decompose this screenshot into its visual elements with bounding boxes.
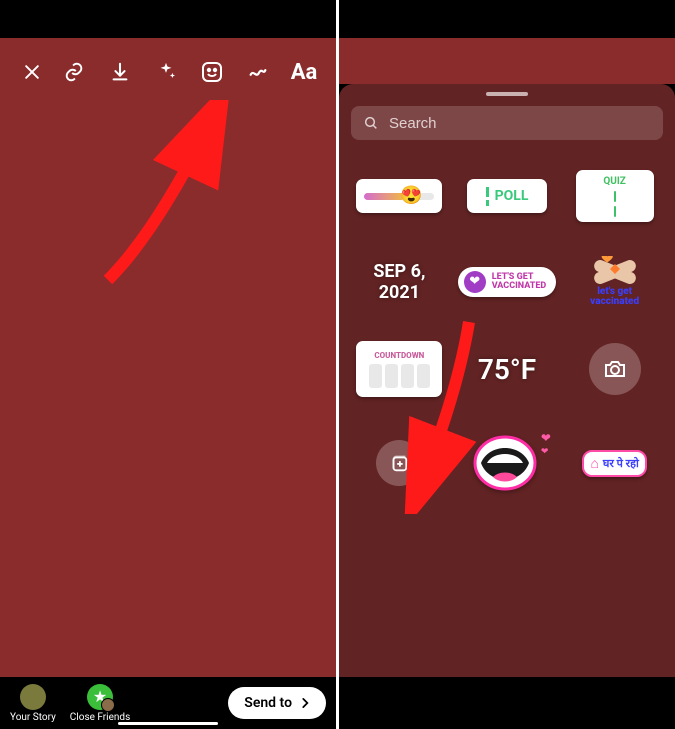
search-icon: [363, 115, 379, 131]
send-to-button[interactable]: Send to: [228, 687, 326, 719]
story-canvas[interactable]: Aa: [0, 38, 336, 677]
slider-emoji: 😍: [400, 185, 422, 206]
draw-icon[interactable]: [240, 54, 276, 90]
search-input[interactable]: [389, 115, 651, 132]
download-icon[interactable]: [102, 54, 138, 90]
nav-indicator: [118, 722, 218, 725]
story-canvas-peek: [339, 38, 675, 84]
sticker-icon[interactable]: [194, 54, 230, 90]
house-icon: ⌂: [590, 455, 598, 472]
close-friends-label: Close Friends: [70, 712, 130, 723]
your-story-target[interactable]: Your Story: [10, 684, 56, 723]
gallery-add-sticker[interactable]: [376, 440, 422, 486]
annotation-arrow: [88, 100, 238, 290]
slider-sticker[interactable]: 😍: [356, 179, 442, 213]
temperature-sticker[interactable]: 75°F: [478, 353, 536, 386]
sticker-sheet[interactable]: 😍 POLL QUIZ SEP 6, 2021 ❤ LET'S GET: [339, 84, 675, 729]
vaccinated-sticker[interactable]: ❤ LET'S GET VACCINATED: [458, 267, 557, 297]
close-friends-target[interactable]: ★ Close Friends: [70, 684, 130, 723]
poll-label: POLL: [495, 188, 529, 204]
hearts-icon: ❤❤: [541, 431, 551, 457]
sparkle-icon[interactable]: [148, 54, 184, 90]
stay-home-label: घर पे रहो: [603, 456, 639, 471]
quiz-sticker[interactable]: QUIZ: [576, 170, 654, 222]
editor-toolbar: Aa: [0, 48, 336, 96]
countdown-label: COUNTDOWN: [374, 351, 424, 360]
phone-story-editor: Aa Your Story ★ Close Friends Send to: [0, 0, 336, 729]
your-story-label: Your Story: [10, 712, 56, 723]
bandage-sticker[interactable]: let's get vaccinated: [590, 256, 639, 307]
text-icon[interactable]: Aa: [286, 54, 322, 90]
quiz-label: QUIZ: [603, 176, 625, 187]
vacc-line2: VACCINATED: [492, 282, 547, 291]
close-icon[interactable]: [14, 54, 50, 90]
stay-home-sticker[interactable]: ⌂ घर पे रहो: [582, 450, 646, 477]
chevron-right-icon: [298, 696, 312, 710]
camera-sticker[interactable]: [589, 343, 641, 395]
bandage-line2: vaccinated: [590, 297, 639, 307]
gallery-add-icon: [388, 452, 410, 474]
sticker-grid: 😍 POLL QUIZ SEP 6, 2021 ❤ LET'S GET: [351, 170, 663, 495]
phone-sticker-picker: 😍 POLL QUIZ SEP 6, 2021 ❤ LET'S GET: [339, 0, 675, 729]
bottom-black-bar: [339, 677, 675, 729]
link-icon[interactable]: [56, 54, 92, 90]
sheet-handle[interactable]: [486, 92, 528, 96]
bandage-icon: [592, 256, 638, 286]
date-sticker[interactable]: SEP 6, 2021: [351, 261, 448, 303]
heart-icon: ❤: [464, 271, 486, 293]
sticker-search[interactable]: [351, 106, 663, 140]
camera-icon: [603, 357, 627, 381]
mouth-sticker[interactable]: ❤❤: [469, 431, 545, 495]
send-to-label: Send to: [244, 695, 292, 711]
countdown-sticker[interactable]: COUNTDOWN: [356, 341, 442, 397]
poll-sticker[interactable]: POLL: [467, 179, 547, 213]
